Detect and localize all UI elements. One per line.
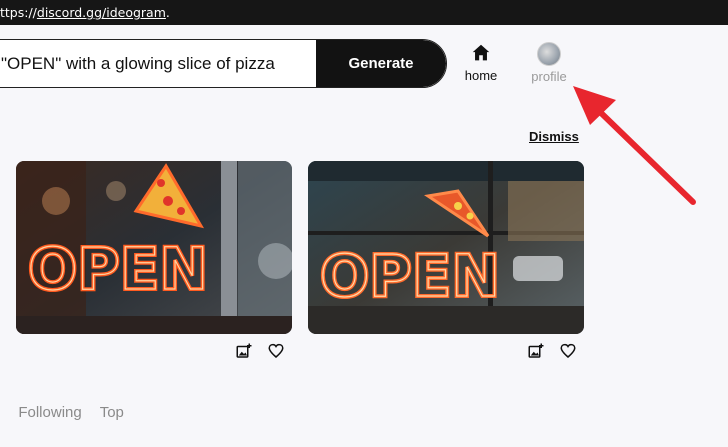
nav-home[interactable]: home [456, 42, 506, 83]
prompt-bar: Generate [0, 39, 447, 88]
url-prefix: ttps:// [0, 5, 37, 20]
avatar [537, 42, 561, 66]
svg-text:OPEN: OPEN [28, 235, 208, 303]
gallery-image-2[interactable]: OPEN OPEN [308, 161, 584, 334]
nav-profile-label: profile [531, 69, 567, 84]
add-image-icon[interactable] [527, 342, 545, 360]
heart-icon[interactable] [267, 342, 285, 360]
generate-button[interactable]: Generate [316, 40, 446, 87]
neon-sign-image: OPEN OPEN [16, 161, 292, 334]
url-suffix: . [165, 5, 170, 20]
tab-following[interactable]: Following [18, 404, 81, 433]
svg-text:OPEN: OPEN [320, 242, 500, 310]
add-image-icon[interactable] [235, 342, 253, 360]
tab-top[interactable]: Top [100, 404, 124, 433]
nav-profile[interactable]: profile [524, 42, 574, 84]
feed-tabs: g Following Top [0, 404, 142, 433]
discord-link[interactable]: discord.gg/ideogram [37, 5, 166, 20]
gallery-image-1[interactable]: OPEN OPEN [16, 161, 292, 334]
nav-home-label: home [464, 68, 498, 83]
home-icon [472, 44, 490, 61]
prompt-input[interactable] [0, 40, 316, 87]
url-bar: ttps://discord.gg/ideogram. [0, 0, 728, 25]
heart-icon[interactable] [559, 342, 577, 360]
neon-sign-window-image: OPEN OPEN [308, 161, 584, 334]
dismiss-link[interactable]: Dismiss [529, 129, 579, 144]
